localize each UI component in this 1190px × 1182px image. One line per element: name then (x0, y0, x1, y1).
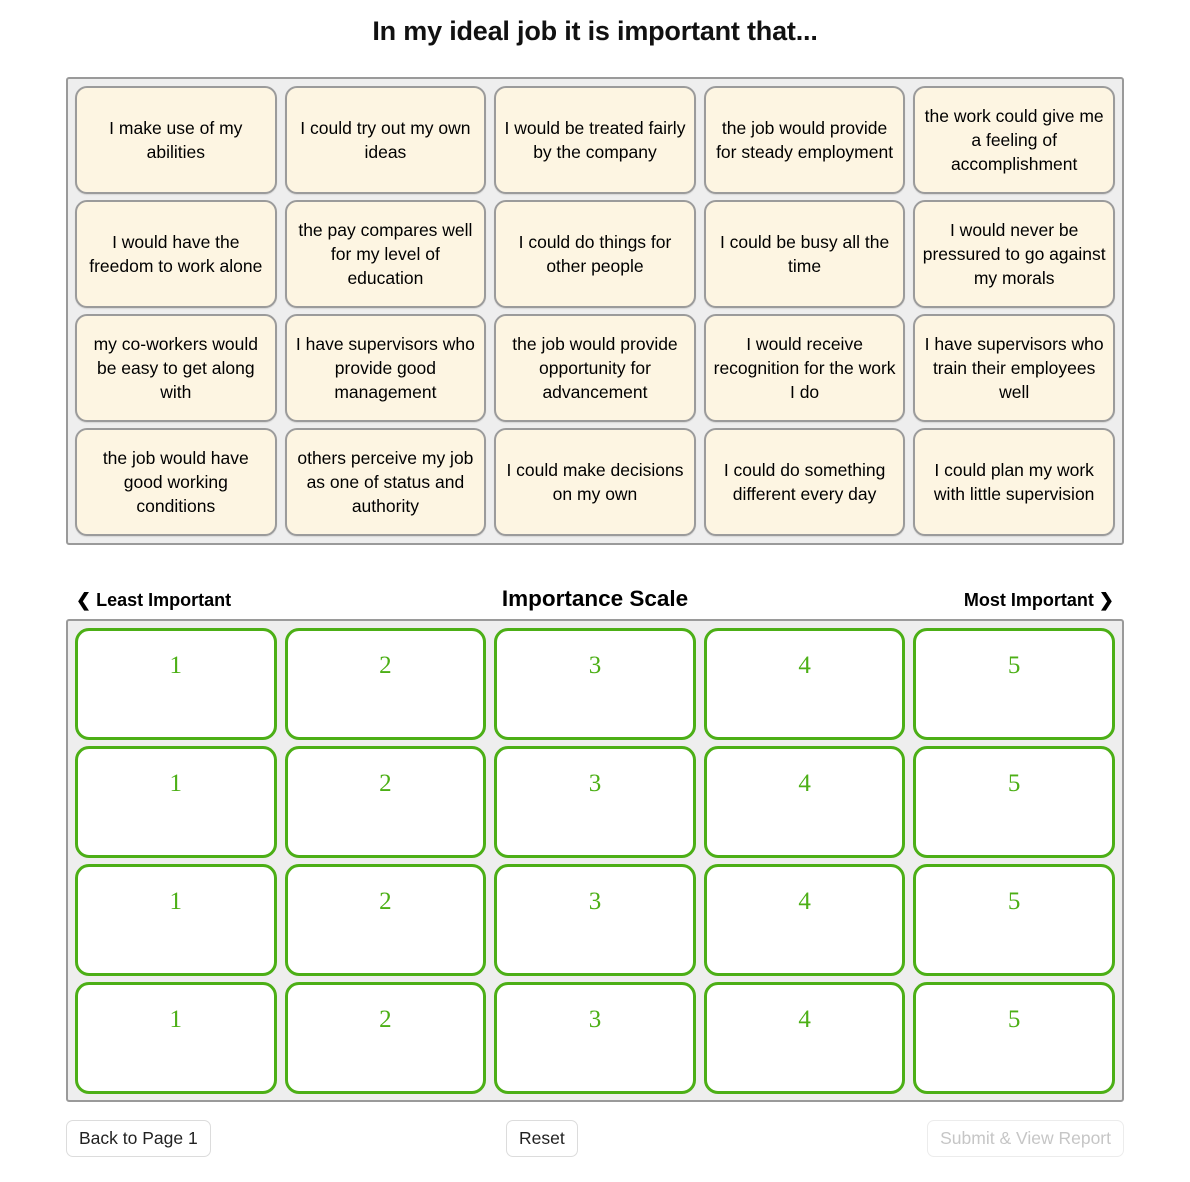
dropzone-row: 1 2 3 4 5 (71, 625, 1119, 743)
submit-and-view-report-button[interactable]: Submit & View Report (927, 1120, 1124, 1157)
dropzone-cell[interactable]: 3 (494, 982, 696, 1094)
importance-dropzone-grid: 1 2 3 4 5 1 2 3 4 5 1 2 3 4 5 1 2 3 4 5 (66, 619, 1124, 1102)
dropzone-rank-label: 3 (588, 770, 602, 797)
dropzone-cell[interactable]: 4 (703, 982, 906, 1094)
statement-card[interactable]: the job would have good working conditio… (75, 428, 277, 536)
dropzone-row: 1 2 3 4 5 (71, 743, 1119, 861)
dropzone-rank-label: 4 (798, 888, 811, 915)
dropzone-cell[interactable]: 3 (494, 864, 696, 976)
statement-card-label: the job would have good working conditio… (102, 448, 249, 516)
dropzone-cell[interactable]: 2 (284, 864, 487, 976)
statement-card[interactable]: the work could give me a feeling of acco… (913, 86, 1115, 194)
dropzone-rank-label: 4 (798, 1006, 811, 1033)
dropzone-rank-label: 1 (169, 770, 183, 797)
statement-card[interactable]: I could be busy all the time (703, 200, 906, 308)
statement-card-label: I could do things for other people (518, 232, 672, 276)
statement-card-label: I could try out my own ideas (300, 118, 471, 162)
dropzone-cell[interactable]: 2 (284, 746, 487, 858)
statement-card[interactable]: I could do something different every day (703, 428, 906, 536)
dropzone-rank-label: 4 (798, 652, 811, 679)
statement-card[interactable]: I could make decisions on my own (494, 428, 696, 536)
reset-button[interactable]: Reset (506, 1120, 578, 1157)
dropzone-cell[interactable]: 1 (75, 864, 277, 976)
dropzone-cell[interactable]: 2 (284, 982, 487, 1094)
statement-card[interactable]: my co-workers would be easy to get along… (75, 314, 277, 422)
dropzone-rank-label: 2 (379, 770, 392, 797)
statement-card-label: I could plan my work with little supervi… (933, 460, 1095, 504)
statement-card-label: my co-workers would be easy to get along… (93, 334, 258, 402)
dropzone-cell[interactable]: 3 (494, 746, 696, 858)
dropzone-rank-label: 3 (588, 888, 602, 915)
dropzone-cell[interactable]: 1 (75, 746, 277, 858)
dropzone-cell[interactable]: 5 (913, 628, 1115, 740)
dropzone-cell[interactable]: 5 (913, 864, 1115, 976)
dropzone-cell[interactable]: 1 (75, 628, 277, 740)
statement-card-label: I would have the freedom to work alone (89, 232, 263, 276)
back-to-page-1-button[interactable]: Back to Page 1 (66, 1120, 211, 1157)
dropzone-rank-label: 1 (169, 652, 183, 679)
statement-card-label: I have supervisors who provide good mana… (295, 334, 475, 402)
statement-card-label: I could do something different every day (723, 460, 886, 504)
dropzone-rank-label: 5 (1007, 652, 1021, 679)
statement-card-pool: I make use of my abilities I could try o… (66, 77, 1124, 545)
dropzone-cell[interactable]: 3 (494, 628, 696, 740)
page-title: In my ideal job it is important that... (372, 16, 818, 46)
dropzone-cell[interactable]: 4 (703, 864, 906, 976)
statement-card[interactable]: others perceive my job as one of status … (284, 428, 487, 536)
dropzone-cell[interactable]: 5 (913, 746, 1115, 858)
statement-card[interactable]: I would be treated fairly by the company (494, 86, 696, 194)
dropzone-rank-label: 2 (379, 652, 392, 679)
statement-card-label: I have supervisors who train their emplo… (924, 334, 1104, 402)
dropzone-rank-label: 5 (1007, 770, 1021, 797)
statement-card[interactable]: I would never be pressured to go against… (913, 200, 1115, 308)
dropzone-rank-label: 3 (588, 652, 602, 679)
dropzone-row: 1 2 3 4 5 (71, 979, 1119, 1097)
importance-scale-header: ❮ Least Important Importance Scale Most … (66, 585, 1124, 615)
dropzone-cell[interactable]: 2 (284, 628, 487, 740)
dropzone-cell[interactable]: 4 (703, 628, 906, 740)
statement-card-label: I make use of my abilities (109, 118, 243, 162)
dropzone-cell[interactable]: 4 (703, 746, 906, 858)
statement-card[interactable]: I would have the freedom to work alone (75, 200, 277, 308)
dropzone-rank-label: 3 (588, 1006, 602, 1033)
dropzone-rank-label: 1 (169, 888, 183, 915)
dropzone-rank-label: 5 (1007, 888, 1021, 915)
statement-card-label: others perceive my job as one of status … (297, 448, 474, 516)
dropzone-rank-label: 5 (1007, 1006, 1021, 1033)
card-pool-row: I make use of my abilities I could try o… (71, 83, 1119, 197)
statement-card[interactable]: I would receive recognition for the work… (703, 314, 906, 422)
statement-card[interactable]: I could try out my own ideas (284, 86, 487, 194)
dropzone-cell[interactable]: 1 (75, 982, 277, 1094)
statement-card[interactable]: the job would provide for steady employm… (703, 86, 906, 194)
dropzone-rank-label: 2 (379, 1006, 392, 1033)
statement-card[interactable]: the job would provide opportunity for ad… (494, 314, 696, 422)
card-pool-row: the job would have good working conditio… (71, 425, 1119, 539)
dropzone-row: 1 2 3 4 5 (71, 861, 1119, 979)
statement-card-label: the job would provide opportunity for ad… (512, 334, 678, 402)
card-pool-row: I would have the freedom to work alone t… (71, 197, 1119, 311)
statement-card-label: I could be busy all the time (719, 232, 890, 276)
dropzone-cell[interactable]: 5 (913, 982, 1115, 1094)
statement-card-label: I could make decisions on my own (506, 460, 684, 504)
dropzone-rank-label: 2 (379, 888, 392, 915)
card-pool-row: my co-workers would be easy to get along… (71, 311, 1119, 425)
statement-card-label: I would be treated fairly by the company (504, 118, 686, 162)
statement-card[interactable]: I could plan my work with little supervi… (913, 428, 1115, 536)
statement-card[interactable]: I could do things for other people (494, 200, 696, 308)
importance-scale-title: Importance Scale (501, 586, 689, 611)
statement-card-label: I would receive recognition for the work… (713, 334, 896, 402)
statement-card-label: the work could give me a feeling of acco… (924, 106, 1104, 174)
dropzone-rank-label: 4 (798, 770, 811, 797)
dropzone-rank-label: 1 (169, 1006, 183, 1033)
statement-card[interactable]: the pay compares well for my level of ed… (284, 200, 487, 308)
footer-actions: Back to Page 1 Reset Submit & View Repor… (66, 1120, 1124, 1160)
statement-card-label: I would never be pressured to go against… (922, 220, 1106, 288)
statement-card[interactable]: I have supervisors who train their emplo… (913, 314, 1115, 422)
statement-card[interactable]: I make use of my abilities (75, 86, 277, 194)
statement-card[interactable]: I have supervisors who provide good mana… (284, 314, 487, 422)
statement-card-label: the job would provide for steady employm… (716, 118, 894, 162)
statement-card-label: the pay compares well for my level of ed… (298, 220, 473, 288)
